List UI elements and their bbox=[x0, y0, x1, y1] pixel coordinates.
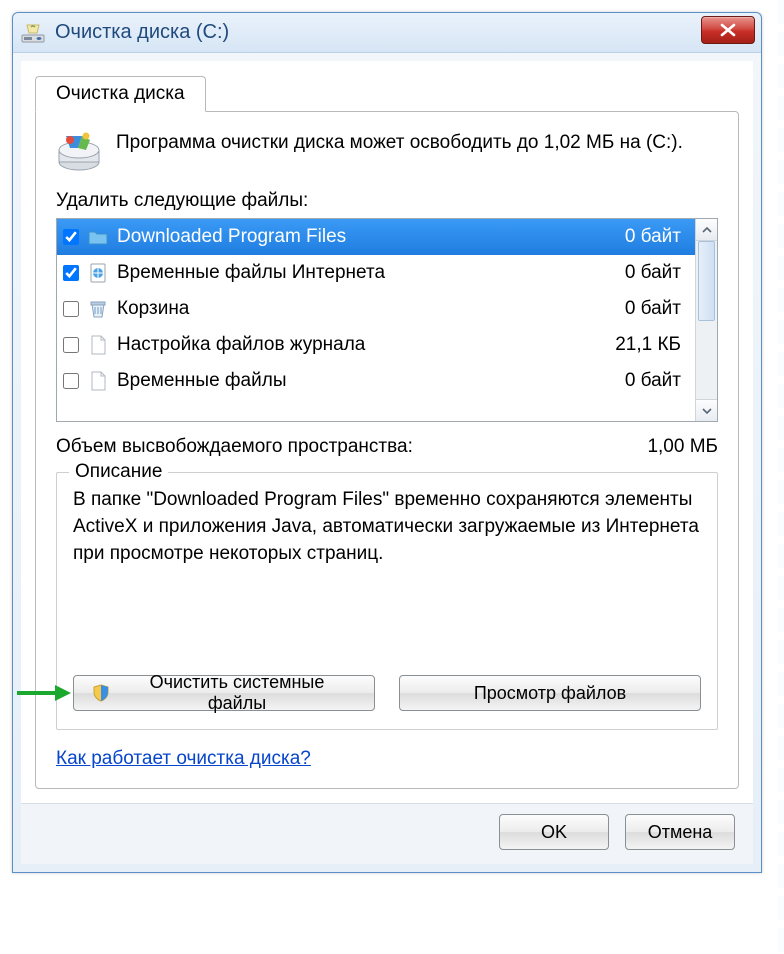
window-title: Очистка диска (C:) bbox=[55, 21, 229, 44]
page-icon bbox=[87, 370, 109, 392]
file-checkbox[interactable] bbox=[63, 229, 79, 245]
clean-system-files-label: Очистить системные файлы bbox=[118, 672, 356, 714]
disk-cleanup-window: Очистка диска (C:) Очистка диска bbox=[12, 12, 762, 873]
file-row[interactable]: Временные файлы Интернета 0 байт bbox=[57, 255, 695, 291]
title-bar[interactable]: Очистка диска (C:) bbox=[13, 13, 761, 53]
description-text: В папке "Downloaded Program Files" време… bbox=[73, 487, 701, 657]
files-label: Удалить следующие файлы: bbox=[56, 190, 718, 212]
file-name: Корзина bbox=[117, 298, 617, 320]
scrollbar-thumb[interactable] bbox=[698, 241, 715, 321]
disk-cleanup-title-icon bbox=[21, 23, 45, 43]
view-files-button[interactable]: Просмотр файлов bbox=[399, 675, 701, 711]
file-row[interactable]: Временные файлы 0 байт bbox=[57, 363, 695, 399]
file-list: Downloaded Program Files0 байтВременные … bbox=[56, 218, 718, 422]
cancel-button[interactable]: Отмена bbox=[625, 814, 735, 850]
help-link[interactable]: Как работает очистка диска? bbox=[56, 748, 311, 770]
file-checkbox[interactable] bbox=[63, 265, 79, 281]
green-arrow-annotation bbox=[17, 679, 73, 707]
dialog-footer: OK Отмена bbox=[21, 803, 753, 864]
scroll-up-button[interactable] bbox=[696, 219, 717, 241]
scrollbar-track[interactable] bbox=[696, 241, 717, 399]
total-row: Объем высвобождаемого пространства: 1,00… bbox=[56, 436, 718, 458]
file-row[interactable]: Корзина 0 байт bbox=[57, 291, 695, 327]
tab-panel: Программа очистки диска может освободить… bbox=[35, 111, 739, 789]
file-name: Настройка файлов журнала bbox=[117, 334, 607, 356]
shield-icon bbox=[92, 684, 110, 702]
file-row[interactable]: Настройка файлов журнала 21,1 КБ bbox=[57, 327, 695, 363]
file-checkbox[interactable] bbox=[63, 373, 79, 389]
chevron-down-icon bbox=[702, 407, 712, 415]
file-checkbox[interactable] bbox=[63, 301, 79, 317]
cancel-label: Отмена bbox=[648, 822, 713, 843]
file-name: Временные файлы Интернета bbox=[117, 262, 617, 284]
recycle-bin-icon bbox=[87, 298, 109, 320]
folder-blue-icon bbox=[87, 226, 109, 248]
view-files-label: Просмотр файлов bbox=[474, 683, 626, 704]
tab-strip: Очистка диска bbox=[21, 61, 753, 111]
total-value: 1,00 МБ bbox=[647, 436, 718, 458]
scroll-down-button[interactable] bbox=[696, 399, 717, 421]
summary-row: Программа очистки диска может освободить… bbox=[56, 130, 718, 172]
file-size: 0 байт bbox=[625, 262, 687, 284]
close-button[interactable] bbox=[701, 16, 755, 44]
chevron-up-icon bbox=[702, 226, 712, 234]
clean-system-files-button[interactable]: Очистить системные файлы bbox=[73, 675, 375, 711]
scrollbar[interactable] bbox=[695, 219, 717, 421]
file-size: 0 байт bbox=[625, 370, 687, 392]
tab-disk-cleanup[interactable]: Очистка диска bbox=[35, 76, 206, 112]
file-name: Временные файлы bbox=[117, 370, 617, 392]
disk-cleanup-icon bbox=[56, 130, 102, 172]
ok-label: OK bbox=[541, 822, 567, 843]
file-checkbox[interactable] bbox=[63, 337, 79, 353]
description-legend: Описание bbox=[69, 461, 168, 483]
window-content: Очистка диска Программа очистки диска мо… bbox=[21, 61, 753, 864]
ok-button[interactable]: OK bbox=[499, 814, 609, 850]
description-group: Описание В папке "Downloaded Program Fil… bbox=[56, 472, 718, 730]
file-size: 21,1 КБ bbox=[615, 334, 687, 356]
file-name: Downloaded Program Files bbox=[117, 226, 617, 248]
total-label: Объем высвобождаемого пространства: bbox=[56, 436, 413, 458]
page-globe-icon bbox=[87, 262, 109, 284]
page-icon bbox=[87, 334, 109, 356]
close-icon bbox=[719, 23, 737, 37]
file-size: 0 байт bbox=[625, 226, 687, 248]
file-size: 0 байт bbox=[625, 298, 687, 320]
summary-text: Программа очистки диска может освободить… bbox=[116, 130, 683, 156]
file-row[interactable]: Downloaded Program Files 0 байт bbox=[57, 219, 695, 255]
